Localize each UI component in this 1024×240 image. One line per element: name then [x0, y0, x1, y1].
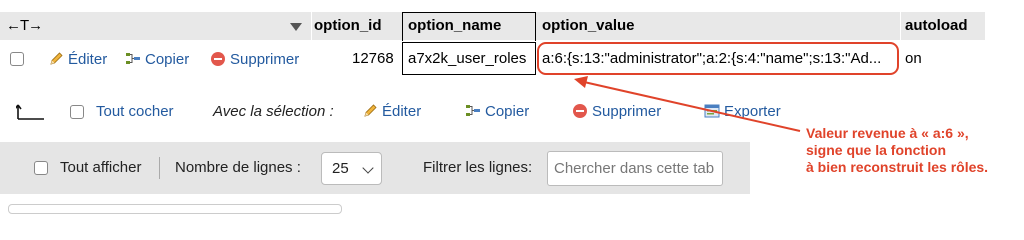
divider [159, 157, 160, 179]
annotation-line: Valeur revenue à « a:6 », [806, 125, 969, 141]
column-divider [900, 12, 901, 40]
autoload-cell[interactable]: on [905, 43, 922, 75]
option-name-header-highlight [402, 12, 536, 41]
pencil-icon [364, 104, 377, 117]
bulk-copy-label: Copier [485, 103, 530, 120]
delete-icon [573, 104, 587, 118]
sort-dropdown-icon[interactable] [290, 23, 302, 31]
column-divider [311, 12, 312, 40]
edit-row-button[interactable]: Éditer [48, 51, 107, 69]
edit-label: Éditer [68, 51, 108, 68]
row-checkbox[interactable] [10, 52, 24, 66]
bulk-actions-bar: Tout cocher Avec la sélection : Éditer C… [0, 97, 820, 127]
bulk-copy-button[interactable]: Copier [465, 103, 529, 121]
export-icon [704, 104, 720, 118]
bulk-edit-label: Éditer [382, 103, 422, 120]
delete-row-button[interactable]: Supprimer [210, 51, 299, 69]
bulk-edit-button[interactable]: Éditer [362, 103, 421, 121]
chevron-down-icon [362, 162, 374, 174]
copy-row-button[interactable]: Copier [125, 51, 189, 69]
bulk-delete-label: Supprimer [592, 103, 662, 120]
column-header-autoload[interactable]: autoload [905, 12, 968, 40]
rows-count-select[interactable]: 25 [321, 152, 382, 185]
check-all-checkbox[interactable] [70, 105, 84, 119]
column-nav-arrows[interactable]: ←T→ [6, 12, 43, 40]
filter-bar: Tout afficher Nombre de lignes : 25 Filt… [0, 142, 750, 194]
delete-label: Supprimer [230, 51, 300, 68]
select-all-arrow-icon [16, 104, 44, 120]
show-all-label[interactable]: Tout afficher [60, 158, 141, 178]
filter-rows-input[interactable] [547, 151, 723, 186]
copy-icon [126, 53, 140, 64]
with-selection-label: Avec la sélection : [213, 103, 334, 120]
pencil-icon [50, 52, 63, 65]
rows-count-value: 25 [332, 160, 349, 177]
show-all-checkbox[interactable] [34, 161, 48, 175]
annotation-text: Valeur revenue à « a:6 », signe que la f… [806, 125, 1024, 176]
option-value-highlight-box [537, 42, 899, 75]
option-name-cell-highlight [402, 42, 536, 75]
column-header-option-value[interactable]: option_value [542, 12, 635, 40]
copy-icon [466, 105, 480, 116]
copy-label: Copier [145, 51, 190, 68]
annotation-line: signe que la fonction [806, 142, 947, 158]
filter-rows-label: Filtrer les lignes: [423, 159, 533, 176]
option-id-cell[interactable]: 12768 [352, 43, 394, 75]
rows-count-label: Nombre de lignes : [175, 159, 301, 176]
annotation-line: à bien reconstruit les rôles. [806, 159, 989, 175]
column-header-option-id[interactable]: option_id [314, 12, 382, 40]
next-panel-edge [8, 204, 342, 214]
check-all-label[interactable]: Tout cocher [96, 102, 174, 122]
bulk-export-button[interactable]: Exporter [704, 103, 781, 121]
delete-icon [211, 52, 225, 66]
bulk-delete-button[interactable]: Supprimer [572, 103, 661, 121]
bulk-export-label: Exporter [724, 103, 781, 120]
